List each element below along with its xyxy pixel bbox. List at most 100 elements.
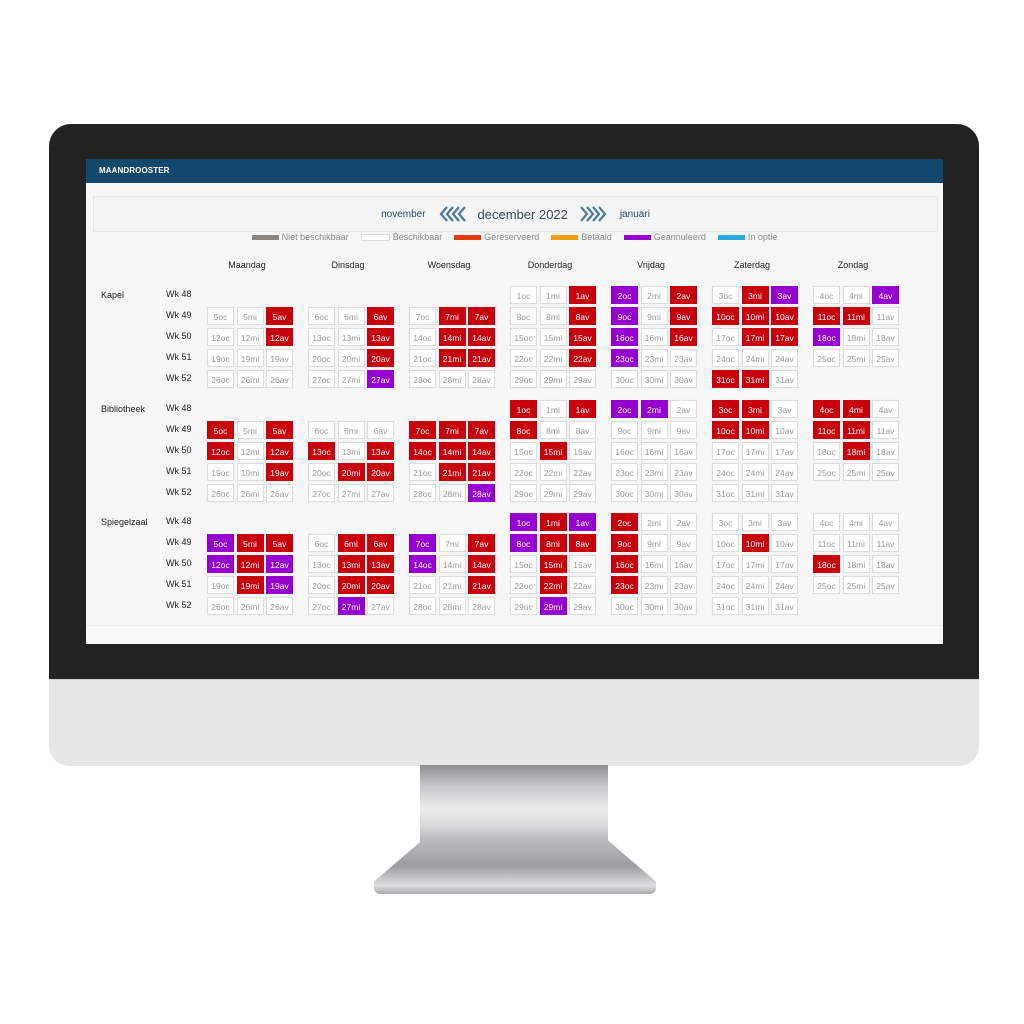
slot-cell[interactable]: 24oc (712, 349, 739, 367)
slot-cell[interactable]: 10mi (741, 534, 769, 552)
slot-cell[interactable]: 22oc (510, 463, 537, 481)
slot-cell[interactable]: 15oc (510, 555, 537, 573)
slot-cell[interactable]: 25oc (813, 349, 840, 367)
slot-cell[interactable]: 17av (771, 442, 798, 460)
slot-cell[interactable]: 7av (468, 421, 495, 439)
slot-cell[interactable]: 29mi (539, 597, 567, 615)
slot-cell[interactable]: 4av (872, 286, 899, 304)
slot-cell[interactable]: 29mi (539, 484, 567, 502)
slot-cell[interactable]: 11av (872, 534, 899, 552)
slot-cell[interactable]: 18oc (813, 328, 840, 346)
slot-cell[interactable]: 16mi (640, 442, 668, 460)
slot-cell[interactable]: 17mi (741, 555, 769, 573)
slot-cell[interactable]: 10mi (741, 421, 769, 439)
slot-cell[interactable]: 19mi (236, 463, 264, 481)
slot-cell[interactable]: 4mi (842, 400, 870, 418)
slot-cell[interactable]: 21oc (409, 576, 436, 594)
slot-cell[interactable]: 15mi (539, 328, 567, 346)
slot-cell[interactable]: 5av (266, 421, 293, 439)
slot-cell[interactable]: 12oc (207, 442, 234, 460)
slot-cell[interactable]: 27mi (337, 484, 365, 502)
slot-cell[interactable]: 24oc (712, 463, 739, 481)
slot-cell[interactable]: 23av (670, 576, 697, 594)
slot-cell[interactable]: 28oc (409, 370, 436, 388)
slot-cell[interactable]: 7mi (438, 307, 466, 325)
slot-cell[interactable]: 29oc (510, 484, 537, 502)
slot-cell[interactable]: 26mi (236, 370, 264, 388)
slot-cell[interactable]: 25mi (842, 463, 870, 481)
slot-cell[interactable]: 28oc (409, 597, 436, 615)
slot-cell[interactable]: 9oc (611, 421, 638, 439)
slot-cell[interactable]: 26oc (207, 597, 234, 615)
slot-cell[interactable]: 19oc (207, 349, 234, 367)
slot-cell[interactable]: 14mi (438, 328, 466, 346)
slot-cell[interactable]: 6mi (337, 421, 365, 439)
slot-cell[interactable]: 18av (872, 555, 899, 573)
slot-cell[interactable]: 13oc (308, 442, 335, 460)
triple-chevron-right-icon[interactable] (580, 205, 608, 223)
slot-cell[interactable]: 23mi (640, 576, 668, 594)
slot-cell[interactable]: 16oc (611, 328, 638, 346)
slot-cell[interactable]: 3oc (712, 400, 739, 418)
slot-cell[interactable]: 16av (670, 328, 697, 346)
slot-cell[interactable]: 20mi (337, 463, 365, 481)
slot-cell[interactable]: 8oc (510, 307, 537, 325)
slot-cell[interactable]: 30mi (640, 484, 668, 502)
slot-cell[interactable]: 29av (569, 597, 596, 615)
slot-cell[interactable]: 28av (468, 597, 495, 615)
slot-cell[interactable]: 10oc (712, 534, 739, 552)
slot-cell[interactable]: 25oc (813, 576, 840, 594)
slot-cell[interactable]: 2av (670, 286, 697, 304)
slot-cell[interactable]: 14av (468, 328, 495, 346)
slot-cell[interactable]: 19av (266, 463, 293, 481)
slot-cell[interactable]: 20mi (337, 349, 365, 367)
slot-cell[interactable]: 10av (771, 534, 798, 552)
slot-cell[interactable]: 21av (468, 576, 495, 594)
slot-cell[interactable]: 8mi (539, 534, 567, 552)
slot-cell[interactable]: 9mi (640, 421, 668, 439)
slot-cell[interactable]: 31av (771, 597, 798, 615)
slot-cell[interactable]: 13mi (337, 442, 365, 460)
slot-cell[interactable]: 3mi (741, 286, 769, 304)
slot-cell[interactable]: 9mi (640, 534, 668, 552)
slot-cell[interactable]: 20oc (308, 349, 335, 367)
slot-cell[interactable]: 3mi (741, 513, 769, 531)
slot-cell[interactable]: 26av (266, 484, 293, 502)
slot-cell[interactable]: 20av (367, 349, 394, 367)
slot-cell[interactable]: 3oc (712, 286, 739, 304)
slot-cell[interactable]: 24mi (741, 576, 769, 594)
slot-cell[interactable]: 9oc (611, 534, 638, 552)
slot-cell[interactable]: 3av (771, 513, 798, 531)
slot-cell[interactable]: 13av (367, 555, 394, 573)
slot-cell[interactable]: 24mi (741, 463, 769, 481)
slot-cell[interactable]: 7oc (409, 534, 436, 552)
slot-cell[interactable]: 22mi (539, 349, 567, 367)
slot-cell[interactable]: 9oc (611, 307, 638, 325)
slot-cell[interactable]: 31oc (712, 370, 739, 388)
slot-cell[interactable]: 16av (670, 442, 697, 460)
slot-cell[interactable]: 26av (266, 370, 293, 388)
slot-cell[interactable]: 23oc (611, 463, 638, 481)
slot-cell[interactable]: 1mi (539, 513, 567, 531)
slot-cell[interactable]: 30oc (611, 484, 638, 502)
slot-cell[interactable]: 16av (670, 555, 697, 573)
slot-cell[interactable]: 21mi (438, 463, 466, 481)
slot-cell[interactable]: 1av (569, 286, 596, 304)
slot-cell[interactable]: 31mi (741, 484, 769, 502)
slot-cell[interactable]: 5av (266, 307, 293, 325)
slot-cell[interactable]: 11mi (842, 421, 870, 439)
slot-cell[interactable]: 3mi (741, 400, 769, 418)
slot-cell[interactable]: 9av (670, 421, 697, 439)
slot-cell[interactable]: 30oc (611, 597, 638, 615)
slot-cell[interactable]: 12av (266, 328, 293, 346)
slot-cell[interactable]: 11oc (813, 307, 840, 325)
slot-cell[interactable]: 23av (670, 463, 697, 481)
slot-cell[interactable]: 31oc (712, 484, 739, 502)
slot-cell[interactable]: 22av (569, 576, 596, 594)
slot-cell[interactable]: 15oc (510, 442, 537, 460)
slot-cell[interactable]: 23av (670, 349, 697, 367)
slot-cell[interactable]: 26mi (236, 484, 264, 502)
slot-cell[interactable]: 21mi (438, 576, 466, 594)
slot-cell[interactable]: 9mi (640, 307, 668, 325)
slot-cell[interactable]: 25oc (813, 463, 840, 481)
